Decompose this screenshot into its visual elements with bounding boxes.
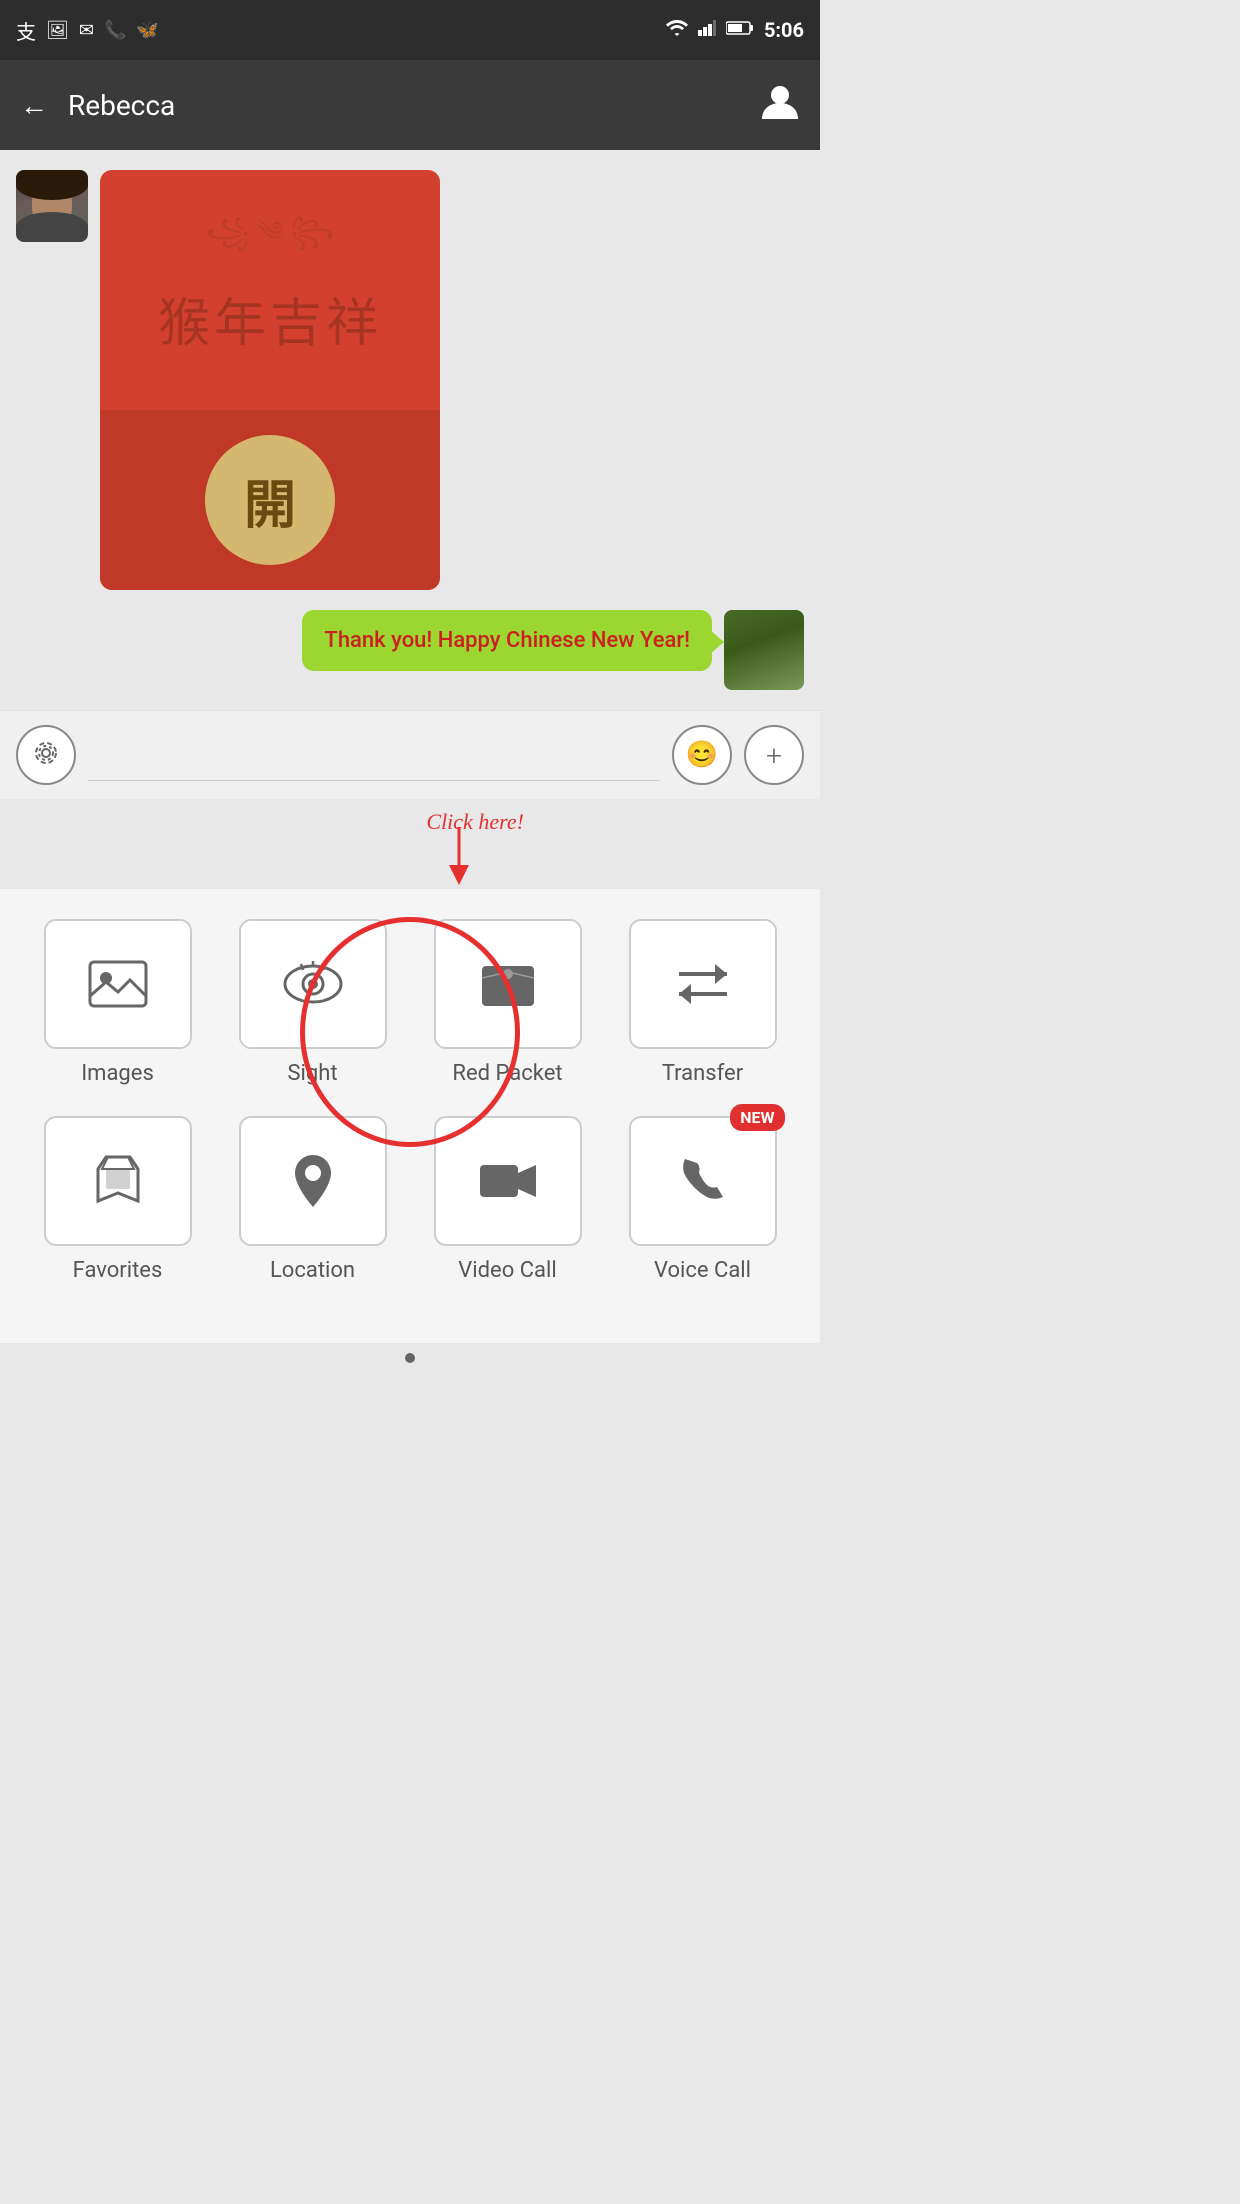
app-item-transfer[interactable]: Transfer bbox=[618, 919, 788, 1086]
images-label: Images bbox=[81, 1061, 154, 1086]
app-item-sight[interactable]: Sight bbox=[228, 919, 398, 1086]
app-grid: Images Sight bbox=[0, 889, 820, 1343]
voice-call-icon-box: NEW bbox=[629, 1116, 777, 1246]
header: ← Rebecca bbox=[0, 60, 820, 150]
packet-coin: 開 bbox=[205, 435, 335, 565]
voice-call-label: Voice Call bbox=[654, 1258, 751, 1283]
page-dot bbox=[405, 1353, 415, 1363]
plus-button[interactable]: + bbox=[744, 725, 804, 785]
app-item-video-call[interactable]: Video Call bbox=[423, 1116, 593, 1283]
location-icon bbox=[281, 1149, 345, 1213]
red-packet-icon-box bbox=[434, 919, 582, 1049]
status-bar: 支 🖼 ✉ 📞 🦋 5:06 bbox=[0, 0, 820, 60]
sent-bubble: Thank you! Happy Chinese New Year! bbox=[302, 610, 712, 671]
video-call-label: Video Call bbox=[458, 1258, 556, 1283]
app-item-red-packet[interactable]: Red Packet bbox=[423, 919, 593, 1086]
packet-bottom: 開 bbox=[100, 410, 440, 590]
transfer-icon bbox=[671, 952, 735, 1016]
chat-title: Rebecca bbox=[68, 89, 760, 122]
favorites-icon-box bbox=[44, 1116, 192, 1246]
video-call-icon bbox=[476, 1149, 540, 1213]
received-message: ꧁ ༄ ꧂ 猴年吉祥 開 bbox=[16, 170, 804, 590]
outlook-icon: ✉ bbox=[79, 20, 94, 41]
chat-area: ꧁ ༄ ꧂ 猴年吉祥 開 Thank you! Happy Chinese Ne… bbox=[0, 150, 820, 710]
app-item-location[interactable]: Location bbox=[228, 1116, 398, 1283]
app-item-voice-call[interactable]: NEW Voice Call bbox=[618, 1116, 788, 1283]
sent-message: Thank you! Happy Chinese New Year! bbox=[16, 610, 804, 690]
sight-icon bbox=[281, 952, 345, 1016]
profile-button[interactable] bbox=[760, 81, 800, 130]
back-button[interactable]: ← bbox=[20, 89, 48, 122]
input-area: 😊 + bbox=[0, 710, 820, 799]
sight-label: Sight bbox=[287, 1061, 337, 1086]
favorites-icon bbox=[86, 1149, 150, 1213]
annotation-arrow bbox=[439, 827, 479, 887]
image-icon: 🖼 bbox=[46, 20, 69, 41]
own-avatar bbox=[724, 610, 804, 690]
images-icon-box bbox=[44, 919, 192, 1049]
battery-icon bbox=[726, 20, 754, 41]
app-row-2: Favorites Location Vid bbox=[20, 1116, 800, 1283]
emoji-icon: 😊 bbox=[686, 740, 718, 770]
sent-text: Thank you! Happy Chinese New Year! bbox=[324, 628, 690, 653]
app-item-favorites[interactable]: Favorites bbox=[33, 1116, 203, 1283]
new-badge: NEW bbox=[730, 1104, 784, 1131]
status-time: 5:06 bbox=[764, 18, 804, 42]
page-indicator bbox=[0, 1343, 820, 1383]
annotation-area: Click here! bbox=[0, 799, 820, 889]
message-input[interactable] bbox=[88, 729, 660, 781]
sender-avatar bbox=[16, 170, 88, 242]
packet-decoration: ꧁ ༄ ꧂ bbox=[206, 200, 334, 279]
voice-button[interactable] bbox=[16, 725, 76, 785]
alipay-icon: 支 bbox=[16, 16, 36, 45]
transfer-label: Transfer bbox=[662, 1061, 743, 1086]
sight-icon-box bbox=[239, 919, 387, 1049]
location-label: Location bbox=[270, 1258, 355, 1283]
emoji-button[interactable]: 😊 bbox=[672, 725, 732, 785]
status-bar-left: 支 🖼 ✉ 📞 🦋 bbox=[16, 16, 159, 45]
plus-icon: + bbox=[766, 739, 782, 772]
voice-call-icon bbox=[671, 1149, 735, 1213]
voice-icon bbox=[32, 739, 60, 771]
app-row-1: Images Sight bbox=[20, 919, 800, 1086]
red-packet-label: Red Packet bbox=[452, 1061, 562, 1086]
wifi-icon bbox=[666, 20, 688, 41]
status-bar-right: 5:06 bbox=[666, 18, 804, 42]
red-packet-message[interactable]: ꧁ ༄ ꧂ 猴年吉祥 開 bbox=[100, 170, 440, 590]
favorites-label: Favorites bbox=[73, 1258, 163, 1283]
video-call-icon-box bbox=[434, 1116, 582, 1246]
app-item-images[interactable]: Images bbox=[33, 919, 203, 1086]
images-icon bbox=[86, 952, 150, 1016]
transfer-icon-box bbox=[629, 919, 777, 1049]
red-packet-icon bbox=[476, 952, 540, 1016]
location-icon-box bbox=[239, 1116, 387, 1246]
butterfly-icon: 🦋 bbox=[136, 20, 158, 41]
signal-icon bbox=[698, 20, 716, 41]
phone-icon: 📞 bbox=[104, 20, 126, 41]
packet-chinese-text: 猴年吉祥 bbox=[158, 289, 382, 362]
